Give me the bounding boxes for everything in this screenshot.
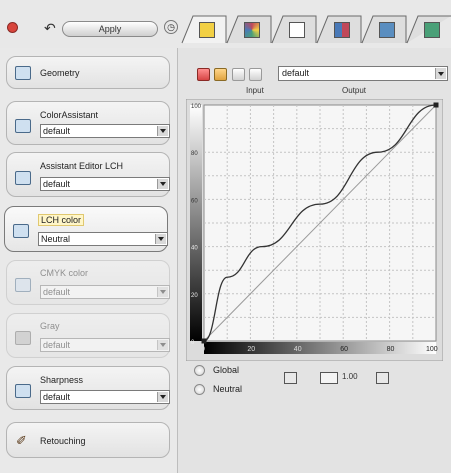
chevron-down-icon [157, 392, 168, 402]
y-tick-label: 100 [191, 104, 202, 110]
color-grid-icon [334, 22, 350, 38]
color-wheel-icon [244, 22, 260, 38]
tab-document[interactable] [270, 14, 318, 44]
input-gradient-bar [204, 342, 436, 354]
reset-curve-icon[interactable] [214, 68, 227, 81]
x-tick-label: 20 [247, 346, 255, 353]
output-label: Output [342, 86, 367, 95]
globe-icon [424, 22, 440, 38]
assistant-editor-select[interactable]: default [40, 177, 170, 191]
cmyk-color-select: default [40, 285, 170, 299]
chevron-down-icon [155, 234, 166, 244]
chevron-down-icon [435, 68, 446, 79]
sharpness-select[interactable]: default [40, 390, 170, 404]
module-geometry[interactable]: Geometry [6, 56, 170, 89]
chevron-down-icon [157, 179, 168, 189]
module-gray: Gray default [6, 313, 170, 358]
tab-color-grid[interactable] [315, 14, 363, 44]
module-title: Sharpness [40, 375, 84, 385]
x-tick-label: 80 [387, 346, 395, 353]
neutral-radio[interactable] [194, 384, 205, 395]
chevron-down-icon [157, 340, 168, 350]
module-sharpness[interactable]: Sharpness default [6, 366, 170, 410]
y-tick-label: 80 [191, 151, 198, 157]
module-title: Retouching [40, 436, 86, 446]
pencil-color-icon [199, 22, 215, 38]
reset-icon[interactable] [7, 22, 18, 33]
x-tick-label: 60 [340, 346, 348, 353]
undo-icon[interactable]: ↶ [44, 20, 56, 37]
gamma-value: 1.00 [342, 372, 358, 381]
x-tick-label: 0 [201, 346, 205, 353]
module-title: Assistant Editor LCH [40, 161, 124, 171]
y-tick-label: 20 [191, 293, 198, 299]
save-curve-icon[interactable] [376, 372, 389, 384]
cmyk-color-icon [15, 278, 31, 292]
toolbar: ↶ Apply ◷ [0, 0, 451, 48]
brush-icon: ✐ [16, 433, 27, 448]
module-color-assistant[interactable]: ColorAssistant default [6, 101, 170, 145]
module-cmyk-color: CMYK color default [6, 260, 170, 305]
document-icon [289, 22, 305, 38]
global-radio[interactable] [194, 365, 205, 376]
lch-color-icon [13, 224, 29, 238]
tone-curve-graph[interactable]: 100806040200 0 20 40 60 80 100 [186, 99, 443, 361]
assistant-editor-icon [15, 171, 31, 185]
x-tick-label: 40 [294, 346, 302, 353]
x-tick-label: 100 [426, 346, 438, 353]
module-lch-color[interactable]: LCH color Neutral [4, 206, 168, 252]
color-assistant-icon [15, 119, 31, 133]
tab-info[interactable] [360, 14, 408, 44]
gray-select: default [40, 338, 170, 352]
neutral-radio-label: Neutral [213, 384, 243, 394]
module-title: LCH color [38, 214, 85, 226]
module-title: Geometry [40, 68, 80, 78]
info-icon [379, 22, 395, 38]
tab-color-correction[interactable] [180, 14, 228, 44]
module-title: ColorAssistant [40, 110, 99, 120]
panel-toggle-icon[interactable]: ◷ [164, 20, 178, 34]
sharpness-icon [15, 384, 31, 398]
delete-curve-icon[interactable] [197, 68, 210, 81]
monitor-icon[interactable] [284, 372, 297, 384]
module-retouching[interactable]: ✐ Retouching [6, 422, 170, 458]
global-radio-label: Global [213, 365, 240, 375]
color-assistant-select[interactable]: default [40, 124, 170, 138]
tab-globe[interactable] [405, 14, 451, 44]
undo-curve-icon[interactable] [232, 68, 245, 81]
curve-preset-select[interactable]: default [278, 66, 448, 81]
geometry-icon [15, 66, 31, 80]
curve-control-point[interactable] [201, 338, 207, 344]
redo-curve-icon[interactable] [249, 68, 262, 81]
chevron-down-icon [157, 287, 168, 297]
apply-button[interactable]: Apply [62, 21, 158, 37]
curve-type-icon[interactable] [320, 372, 338, 384]
y-tick-label: 60 [191, 198, 198, 204]
curve-control-point[interactable] [433, 102, 439, 108]
module-assistant-editor-lch[interactable]: Assistant Editor LCH default [6, 152, 170, 197]
y-tick-label: 40 [191, 246, 198, 252]
module-title: Gray [40, 321, 60, 331]
input-label: Input [246, 86, 264, 95]
gray-icon [15, 331, 31, 345]
chevron-down-icon [157, 126, 168, 136]
tab-color-wheel[interactable] [225, 14, 273, 44]
lch-color-select[interactable]: Neutral [38, 232, 168, 246]
output-gradient-bar [190, 105, 202, 341]
module-title: CMYK color [40, 268, 89, 278]
